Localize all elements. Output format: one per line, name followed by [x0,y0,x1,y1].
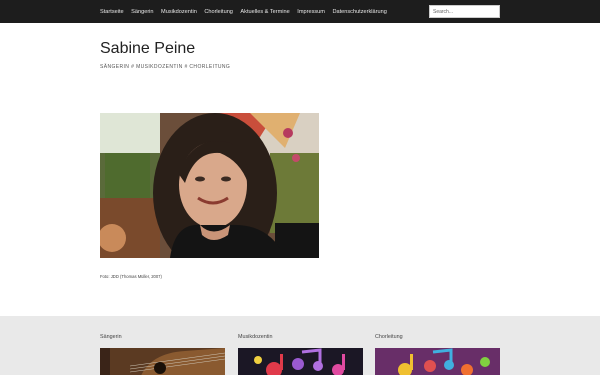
guitar-image [100,348,225,375]
portrait-image [100,113,319,258]
widget-image-musikdozentin[interactable] [238,348,363,375]
top-navigation-bar: Startseite Sängerin Musikdozentin Chorle… [0,0,600,23]
widget-title-musikdozentin: Musikdozentin [238,334,273,340]
widget-chorleitung: Chorleitung [375,334,500,375]
widget-title-saengerin: Sängerin [100,334,122,340]
widget-image-saengerin[interactable] [100,348,225,375]
nav-item-chorleitung[interactable]: Chorleitung [204,9,233,15]
colorful-notes-image [375,348,500,375]
widget-image-chorleitung[interactable] [375,348,500,375]
portrait-photo [100,113,319,258]
nav-item-impressum[interactable]: Impressum [297,9,325,15]
main-menu: Startseite Sängerin Musikdozentin Chorle… [100,0,394,23]
widget-musikdozentin: Musikdozentin [238,334,363,375]
photo-caption: Foto: JDD (Thomas Müller, 2007) [100,274,162,279]
site-title[interactable]: Sabine Peine [100,40,195,58]
search-input[interactable] [429,5,500,18]
nav-item-startseite[interactable]: Startseite [100,9,124,15]
widget-saengerin: Sängerin [100,334,225,375]
nav-item-musikdozentin[interactable]: Musikdozentin [161,9,197,15]
site-tagline: SÄNGERIN # MUSIKDOZENTIN # CHORLEITUNG [100,64,231,70]
nav-item-datenschutz[interactable]: Datenschutzerklärung [332,9,386,15]
nav-item-saengerin[interactable]: Sängerin [131,9,153,15]
nav-item-aktuelles-termine[interactable]: Aktuelles & Termine [240,9,289,15]
music-notes-image [238,348,363,375]
widget-title-chorleitung: Chorleitung [375,334,403,340]
